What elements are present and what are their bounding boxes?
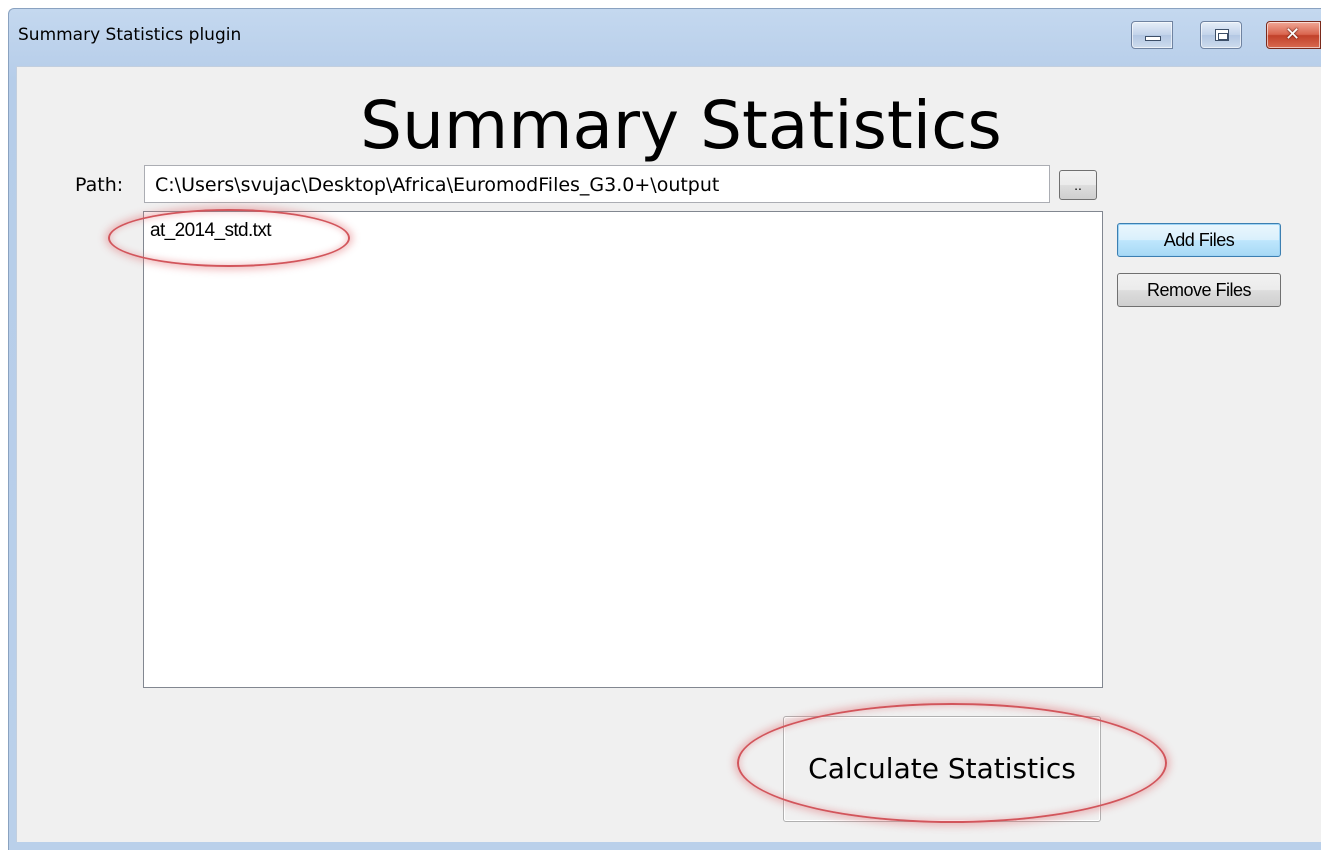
add-files-button[interactable]: Add Files xyxy=(1117,223,1281,257)
close-icon: ✕ xyxy=(1285,24,1301,45)
maximize-button[interactable] xyxy=(1200,21,1242,49)
close-button[interactable]: ✕ xyxy=(1266,21,1321,49)
remove-files-button[interactable]: Remove Files xyxy=(1117,273,1281,307)
list-item[interactable]: at_2014_std.txt xyxy=(150,220,272,242)
window-title: Summary Statistics plugin xyxy=(18,25,242,45)
path-input[interactable]: C:\Users\svujac\Desktop\Africa\EuromodFi… xyxy=(144,165,1050,203)
calculate-statistics-button[interactable]: Calculate Statistics xyxy=(783,716,1101,822)
browse-button[interactable]: .. xyxy=(1059,170,1097,200)
minimize-icon xyxy=(1145,36,1161,41)
path-label: Path: xyxy=(75,174,124,196)
maximize-icon xyxy=(1215,29,1229,41)
minimize-button[interactable] xyxy=(1131,21,1173,49)
file-list[interactable]: at_2014_std.txt xyxy=(143,211,1103,688)
page-title: Summary Statistics xyxy=(360,87,1002,164)
